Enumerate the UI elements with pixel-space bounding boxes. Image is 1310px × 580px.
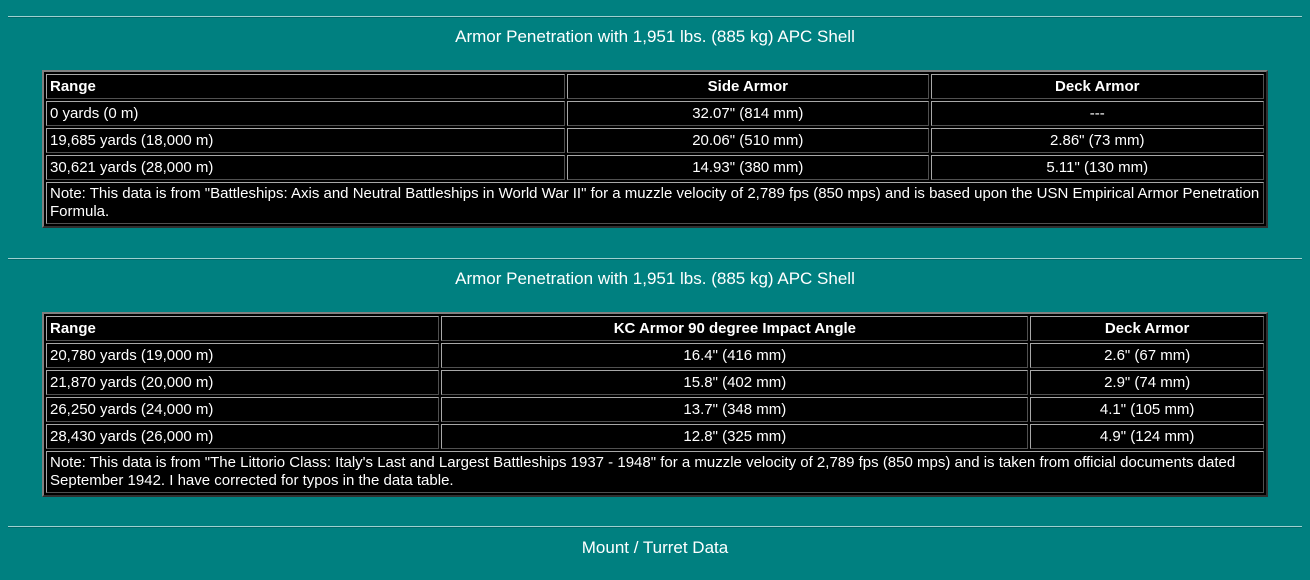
header-range: Range — [46, 74, 566, 99]
cell-deck-armor: 4.9" (124 mm) — [1030, 424, 1264, 449]
cell-deck-armor: 2.86" (73 mm) — [930, 128, 1264, 153]
cell-range: 30,621 yards (28,000 m) — [46, 155, 566, 180]
header-deck-armor: Deck Armor — [930, 74, 1264, 99]
section-title-1: Armor Penetration with 1,951 lbs. (885 k… — [455, 27, 855, 46]
cell-range: 0 yards (0 m) — [46, 101, 566, 126]
armor-penetration-table-1: Range Side Armor Deck Armor 0 yards (0 m… — [42, 70, 1268, 228]
header-deck-armor: Deck Armor — [1030, 316, 1264, 341]
cell-range: 20,780 yards (19,000 m) — [46, 343, 440, 368]
header-range: Range — [46, 316, 440, 341]
section-title-2: Armor Penetration with 1,951 lbs. (885 k… — [455, 269, 855, 288]
cell-kc-armor: 15.8" (402 mm) — [441, 370, 1029, 395]
cell-range: 28,430 yards (26,000 m) — [46, 424, 440, 449]
horizontal-rule — [8, 16, 1302, 18]
section-title-mount-turret: Mount / Turret Data — [581, 538, 729, 557]
horizontal-rule — [8, 526, 1302, 528]
cell-kc-armor: 16.4" (416 mm) — [441, 343, 1029, 368]
cell-kc-armor: 12.8" (325 mm) — [441, 424, 1029, 449]
table-note: Note: This data is from "The Littorio Cl… — [46, 451, 1264, 493]
table-row: 21,870 yards (20,000 m) 15.8" (402 mm) 2… — [46, 370, 1264, 395]
page: Armor Penetration with 1,951 lbs. (885 k… — [0, 0, 1310, 580]
table-note-row: Note: This data is from "The Littorio Cl… — [46, 451, 1264, 493]
table-note-row: Note: This data is from "Battleships: Ax… — [46, 182, 1264, 224]
cell-side-armor: 32.07" (814 mm) — [567, 101, 929, 126]
table-header-row: Range Side Armor Deck Armor — [46, 74, 1264, 99]
cell-kc-armor: 13.7" (348 mm) — [441, 397, 1029, 422]
table-row: 0 yards (0 m) 32.07" (814 mm) --- — [46, 101, 1264, 126]
table-row: 28,430 yards (26,000 m) 12.8" (325 mm) 4… — [46, 424, 1264, 449]
table-row: 20,780 yards (19,000 m) 16.4" (416 mm) 2… — [46, 343, 1264, 368]
table-note: Note: This data is from "Battleships: Ax… — [46, 182, 1264, 224]
cell-deck-armor: 4.1" (105 mm) — [1030, 397, 1264, 422]
armor-penetration-table-2: Range KC Armor 90 degree Impact Angle De… — [42, 312, 1268, 497]
header-kc-armor: KC Armor 90 degree Impact Angle — [441, 316, 1029, 341]
cell-deck-armor: 2.9" (74 mm) — [1030, 370, 1264, 395]
header-side-armor: Side Armor — [567, 74, 929, 99]
table-row: 19,685 yards (18,000 m) 20.06" (510 mm) … — [46, 128, 1264, 153]
table-row: 26,250 yards (24,000 m) 13.7" (348 mm) 4… — [46, 397, 1264, 422]
cell-range: 19,685 yards (18,000 m) — [46, 128, 566, 153]
cell-side-armor: 14.93" (380 mm) — [567, 155, 929, 180]
cell-deck-armor: --- — [930, 101, 1264, 126]
cell-side-armor: 20.06" (510 mm) — [567, 128, 929, 153]
cell-range: 26,250 yards (24,000 m) — [46, 397, 440, 422]
horizontal-rule — [8, 258, 1302, 260]
cell-deck-armor: 2.6" (67 mm) — [1030, 343, 1264, 368]
cell-deck-armor: 5.11" (130 mm) — [930, 155, 1264, 180]
table-header-row: Range KC Armor 90 degree Impact Angle De… — [46, 316, 1264, 341]
cell-range: 21,870 yards (20,000 m) — [46, 370, 440, 395]
table-row: 30,621 yards (28,000 m) 14.93" (380 mm) … — [46, 155, 1264, 180]
